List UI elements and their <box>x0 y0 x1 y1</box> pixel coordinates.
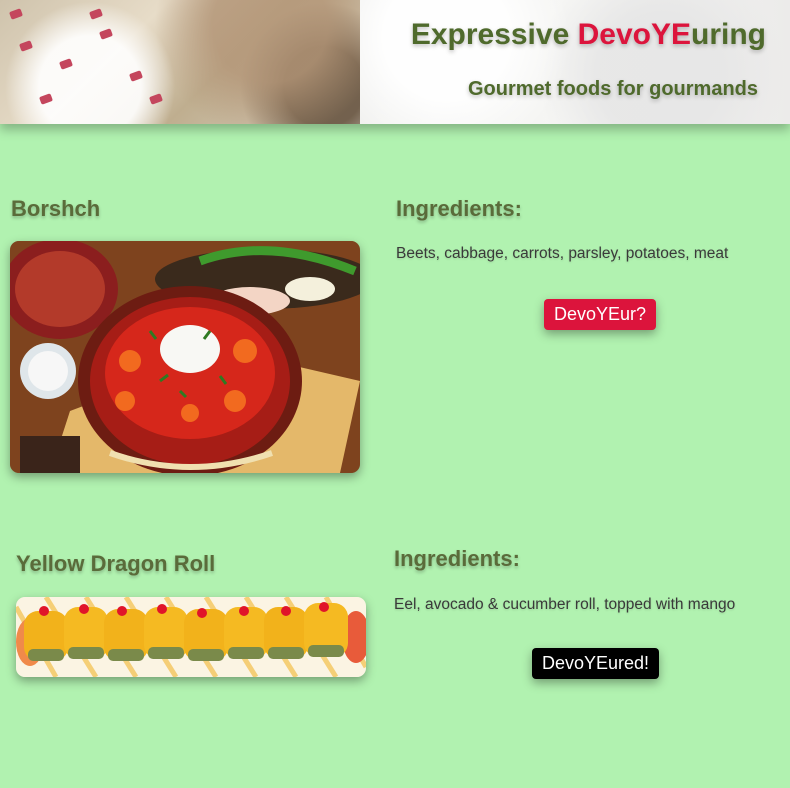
site-subtitle: Gourmet foods for gourmands <box>468 78 758 100</box>
dish-name-borshch: Borshch <box>11 196 101 221</box>
devoyeur-button[interactable]: DevoYEur? <box>544 299 657 330</box>
ingredients-heading-yellow-dragon-roll: Ingredients: <box>394 546 520 571</box>
yellow-dragon-roll-image <box>16 597 366 677</box>
site-title-accent: DevoYE <box>577 18 691 51</box>
site-header: Expressive DevoYEuring Gourmet foods for… <box>0 0 790 124</box>
ingredients-text-yellow-dragon-roll: Eel, avocado & cucumber roll, topped wit… <box>394 596 736 613</box>
header-soup-photo <box>0 0 360 124</box>
header-banner: Expressive DevoYEuring Gourmet foods for… <box>360 0 790 124</box>
devoyeured-button[interactable]: DevoYEured! <box>532 648 660 679</box>
site-title: Expressive DevoYEuring <box>410 18 766 51</box>
ingredients-text-borshch: Beets, cabbage, carrots, parsley, potato… <box>396 245 729 262</box>
dish-name-yellow-dragon-roll: Yellow Dragon Roll <box>16 551 216 576</box>
ingredients-heading-borshch: Ingredients: <box>396 196 522 221</box>
borshch-image <box>10 241 360 473</box>
